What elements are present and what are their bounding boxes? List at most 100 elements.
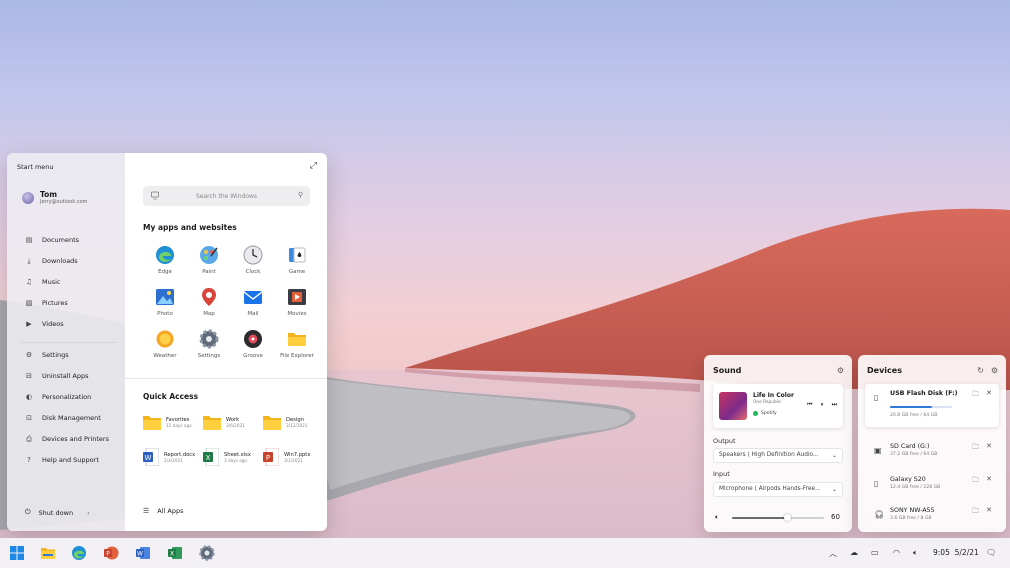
device-item-sony-nw-a55[interactable]: 🎧︎ SONY NW-A55 3.6 GB free / 8 GB 🗀︎ ✕ <box>865 501 999 531</box>
open-folder-icon[interactable]: 🗀︎ <box>972 476 979 487</box>
taskbar: P W X ︿ ☁ ▭ ◠ 🔈︎ 9:05 5/2/21 🗨︎ <box>0 538 1010 568</box>
expand-icon[interactable]: ⤢ <box>310 161 317 171</box>
device-item-sd-card[interactable]: ▣ SD Card (G:) 37.2 GB free / 64 GB 🗀︎ ✕ <box>865 437 999 467</box>
app-mail[interactable]: Mail <box>231 287 275 317</box>
phone-icon: ▯ <box>874 479 879 488</box>
chevron-down-icon: ⌄ <box>831 452 837 459</box>
word-icon[interactable]: W <box>135 545 151 561</box>
mail-icon <box>243 291 263 304</box>
sound-panel-title: Sound <box>713 366 742 375</box>
edge-icon[interactable] <box>71 545 87 561</box>
app-movies[interactable]: Movies <box>275 287 319 317</box>
quick-access-title: Quick Access <box>143 392 199 401</box>
clock[interactable]: 9:05 5/2/21 <box>933 548 979 557</box>
device-item-usb[interactable]: ▯ USB Flash Disk (F:) 20.8 GB free / 64 … <box>865 384 999 427</box>
app-file-explorer[interactable]: File Explorer <box>275 329 319 359</box>
sidebar-item-settings[interactable]: ⚙ Settings <box>25 351 69 359</box>
output-device-select[interactable]: Speakers ( High Definition Audio... ⌄ <box>713 448 843 463</box>
refresh-icon[interactable]: ↻ <box>977 366 984 375</box>
input-label: Input <box>713 470 730 478</box>
user-name: Tom <box>40 190 58 199</box>
user-profile[interactable]: Tom Jerry@outlook.com <box>22 190 87 205</box>
quick-access-item[interactable]: W Report.docx 2/4/2021 <box>143 448 203 466</box>
open-folder-icon[interactable]: 🗀︎ <box>972 390 979 401</box>
wifi-icon[interactable]: ◠ <box>893 548 900 557</box>
storage-bar-fill <box>890 406 933 408</box>
device-item-galaxy-s20[interactable]: ▯ Galaxy S20 12.4 GB free / 128 GB 🗀︎ ✕ <box>865 470 999 500</box>
folder-icon <box>143 416 161 430</box>
excel-icon[interactable]: X <box>167 545 183 561</box>
sidebar-item-personalization[interactable]: ◐ Personalization <box>25 393 91 401</box>
sidebar-item-devices-and-printers[interactable]: ⎙ Devices and Printers <box>25 435 109 443</box>
quick-access-item[interactable]: P Win7.pptx 3/1/2021 <box>263 448 323 466</box>
sidebar-item-videos[interactable]: ▶ Videos <box>25 320 63 328</box>
volume-slider[interactable] <box>732 514 824 521</box>
app-weather[interactable]: Weather <box>143 329 187 359</box>
app-settings[interactable]: Settings <box>187 329 231 359</box>
file-explorer-icon[interactable] <box>40 545 56 561</box>
open-folder-icon[interactable]: 🗀︎ <box>972 443 979 454</box>
gear-icon[interactable]: ⚙ <box>837 366 844 375</box>
volume-slider-thumb[interactable] <box>783 514 791 521</box>
list-icon: ☰ <box>143 507 150 515</box>
quick-access-item[interactable]: Favorites 12 days ago <box>143 414 203 430</box>
app-paint[interactable]: Paint <box>187 245 231 275</box>
cloud-icon[interactable]: ☁ <box>850 548 858 557</box>
app-photo[interactable]: Photo <box>143 287 187 317</box>
battery-icon[interactable]: ▭ <box>871 548 879 557</box>
previous-track-icon[interactable]: ⏮ <box>807 401 812 409</box>
palette-icon: ◐ <box>25 393 33 401</box>
monitor-icon <box>151 191 159 200</box>
app-edge[interactable]: Edge <box>143 245 187 275</box>
sidebar-item-pictures[interactable]: ▧ Pictures <box>25 299 68 307</box>
folder-icon <box>203 416 221 430</box>
all-apps-button[interactable]: ☰ All Apps <box>143 507 184 515</box>
folder-icon <box>288 333 306 346</box>
input-device-select[interactable]: Microphone ( Airpods Hands-Free... ⌄ <box>713 482 843 497</box>
close-icon[interactable]: ✕ <box>986 475 992 483</box>
clock-time: 9:05 <box>933 548 950 557</box>
close-icon[interactable]: ✕ <box>986 389 992 397</box>
sidebar-item-music[interactable]: ♫ Music <box>25 278 61 286</box>
sidebar-item-disk-management[interactable]: ⊡ Disk Management <box>25 414 101 422</box>
notification-icon[interactable]: 🗨︎ <box>986 548 996 557</box>
app-map[interactable]: Map <box>187 287 231 317</box>
windows-start-icon[interactable] <box>9 545 25 561</box>
chevron-up-icon[interactable]: ︿ <box>829 548 837 559</box>
disc-icon <box>244 330 262 348</box>
media-source: Spotify <box>753 411 777 416</box>
film-icon <box>288 289 306 305</box>
close-icon[interactable]: ✕ <box>986 506 992 514</box>
quick-access-item[interactable]: Work 3/6/2021 <box>203 414 263 430</box>
clock-icon <box>243 245 263 265</box>
close-icon[interactable]: ✕ <box>986 442 992 450</box>
app-game[interactable]: Game <box>275 245 319 275</box>
sidebar-item-help-and-support[interactable]: ? Help and Support <box>25 456 99 464</box>
powerpoint-icon[interactable]: P <box>103 545 119 561</box>
shutdown-button[interactable]: ⏻ Shut down › <box>25 508 90 517</box>
speaker-icon[interactable]: 🔈︎ <box>913 548 918 558</box>
sidebar-item-uninstall-apps[interactable]: ⊟ Uninstall Apps <box>25 372 88 380</box>
devices-panel: Devices ↻ ⚙ ▯ USB Flash Disk (F:) 20.8 G… <box>858 355 1006 532</box>
settings-icon[interactable] <box>199 545 215 561</box>
app-clock[interactable]: Clock <box>231 245 275 275</box>
gear-icon <box>199 329 219 349</box>
pause-icon[interactable]: ⏸ <box>821 401 824 409</box>
app-groove[interactable]: Groove <box>231 329 275 359</box>
speaker-icon[interactable]: 🔈︎ <box>715 513 719 522</box>
sd-card-icon: ▣ <box>874 446 882 455</box>
gear-icon[interactable]: ⚙ <box>991 366 998 375</box>
quick-access-grid: Favorites 12 days ago Work 3/6/2021 Design… <box>143 414 323 466</box>
open-folder-icon[interactable]: 🗀︎ <box>972 507 979 518</box>
start-menu-content: ⤢ Search the Windows ⚲ My apps and websi… <box>125 153 327 531</box>
headphones-icon: 🎧︎ <box>874 510 885 519</box>
quick-access-item[interactable]: X Sheet.xlsx 3 days ago <box>203 448 263 466</box>
download-icon: ⤓ <box>27 257 31 265</box>
next-track-icon[interactable]: ⏭ <box>832 401 837 409</box>
sidebar-item-documents[interactable]: ▤ Documents <box>25 236 79 244</box>
cards-icon <box>289 247 306 263</box>
search-input[interactable]: Search the Windows ⚲ <box>143 186 310 206</box>
output-label: Output <box>713 437 736 445</box>
sidebar-item-downloads[interactable]: ⤓ Downloads <box>25 257 77 265</box>
quick-access-item[interactable]: Design 3/12/2021 <box>263 414 323 430</box>
